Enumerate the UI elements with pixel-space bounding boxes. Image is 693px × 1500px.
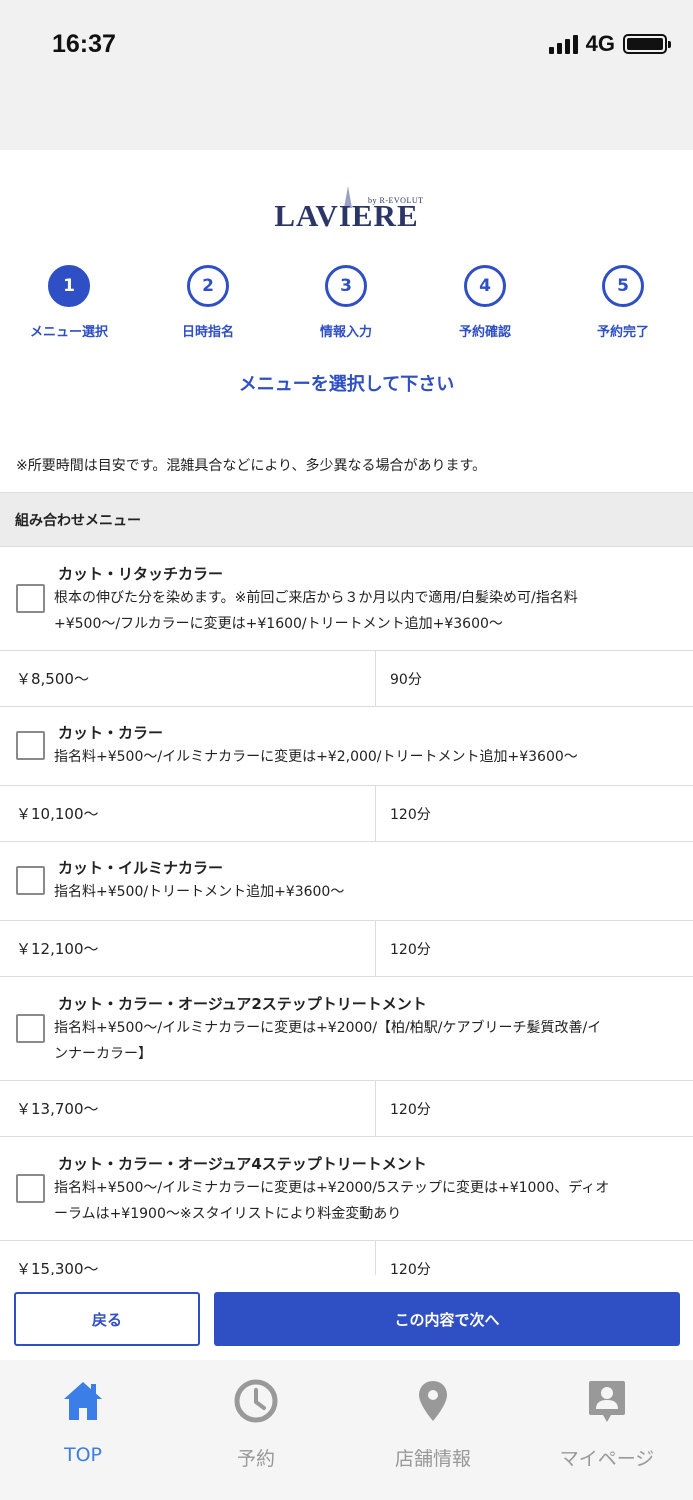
main-content: by R-EVOLUT LAVIERE 1 メニュー選択 2 日時指名 3 情報… — [0, 150, 693, 1275]
status-bar: 16:37 4G — [0, 0, 693, 150]
menu-item[interactable]: カット・カラー 指名料+¥500〜/イルミナカラーに変更は+¥2,000/トリー… — [0, 707, 693, 786]
home-icon — [64, 1382, 102, 1420]
section-header: 組み合わせメニュー — [0, 492, 693, 547]
menu-item-duration: 120分 — [390, 941, 431, 958]
page-heading: メニューを選択して下さい — [238, 374, 455, 395]
menu-item[interactable]: カット・イルミナカラー 指名料+¥500/トリートメント追加+¥3600〜 — [0, 842, 693, 921]
menu-item[interactable]: カット・リタッチカラー 根本の伸びた分を染めます。※前回ご来店から３か月以内で適… — [0, 547, 693, 651]
next-button[interactable]: この内容で次へ — [214, 1292, 680, 1346]
menu-item-name: カット・カラー・オージュア4ステップトリートメント — [58, 1155, 427, 1173]
menu-item-checkbox[interactable] — [16, 1014, 45, 1043]
network-label: 4G — [585, 31, 615, 56]
menu-item-checkbox[interactable] — [16, 584, 45, 613]
menu-item-name: カット・カラー・オージュア2ステップトリートメント — [58, 995, 427, 1013]
description-line: 指名料+¥500〜/イルミナカラーに変更は+¥2000/5ステップに変更は+¥1… — [54, 1180, 610, 1196]
step-label: 情報入力 — [319, 325, 372, 340]
duration-note: ※所要時間は目安です。混雑具合などにより、多少異なる場合があります。 — [16, 458, 487, 474]
menu-item-name: カット・イルミナカラー — [58, 859, 224, 877]
tab-bar: TOP 予約 店舗情報 マイページ — [0, 1360, 693, 1500]
menu-list: 組み合わせメニュー カット・リタッチカラー 根本の伸びた分を染めます。※前回ご来… — [0, 492, 693, 1275]
menu-item-price: ￥12,100〜 — [0, 921, 376, 976]
action-bar: 戻る この内容で次へ — [0, 1275, 693, 1360]
step-number: 3 — [325, 265, 367, 307]
tab-label: マイページ — [559, 1448, 655, 1470]
menu-item-price: ￥10,100〜 — [0, 786, 376, 841]
tab-label: 予約 — [236, 1448, 275, 1470]
logo-name: LAVIERE — [274, 198, 419, 233]
menu-item-checkbox[interactable] — [16, 866, 45, 895]
description-line: +¥500〜/フルカラーに変更は+¥1600/トリートメント追加+¥3600〜 — [54, 616, 503, 632]
step-label: 日時指名 — [181, 325, 234, 340]
menu-item-description: 根本の伸びた分を染めます。※前回ご来店から３か月以内で適用/白髪染め可/指名料 … — [54, 585, 684, 637]
menu-item-description: 指名料+¥500〜/イルミナカラーに変更は+¥2000/5ステップに変更は+¥1… — [54, 1175, 684, 1227]
menu-item-price: ￥13,700〜 — [0, 1081, 376, 1136]
step-confirm: 4 予約確認 — [425, 265, 545, 340]
menu-item-description: 指名料+¥500/トリートメント追加+¥3600〜 — [54, 879, 684, 905]
step-label: 予約完了 — [596, 325, 649, 340]
step-menu-select: 1 メニュー選択 — [9, 265, 129, 340]
step-complete: 5 予約完了 — [563, 265, 683, 340]
menu-item-price-row: ￥10,100〜 120分 — [0, 786, 693, 842]
tab-mypage[interactable]: マイページ — [532, 1378, 682, 1471]
menu-item-price-row: ￥12,100〜 120分 — [0, 921, 693, 977]
tab-label: 店舗情報 — [394, 1448, 471, 1470]
menu-item-checkbox[interactable] — [16, 1174, 45, 1203]
menu-item[interactable]: カット・カラー・オージュア4ステップトリートメント 指名料+¥500〜/イルミナ… — [0, 1137, 693, 1241]
clock-icon — [234, 1379, 278, 1423]
step-label: 予約確認 — [458, 325, 511, 340]
brand-logo: by R-EVOLUT LAVIERE — [0, 168, 693, 233]
menu-item-price-row: ￥8,500〜 90分 — [0, 651, 693, 707]
menu-item-description: 指名料+¥500〜/イルミナカラーに変更は+¥2,000/トリートメント追加+¥… — [54, 744, 684, 770]
menu-item-name: カット・カラー — [58, 724, 164, 742]
menu-item-price-row: ￥15,300〜 120分 — [0, 1241, 693, 1275]
description-line: 指名料+¥500/トリートメント追加+¥3600〜 — [54, 884, 345, 900]
step-label: メニュー選択 — [29, 325, 108, 340]
status-indicators: 4G — [548, 31, 671, 57]
step-number: 4 — [464, 265, 506, 307]
step-datetime: 2 日時指名 — [148, 265, 268, 340]
user-card-icon — [589, 1381, 625, 1422]
status-time: 16:37 — [52, 30, 116, 58]
menu-item-duration: 90分 — [390, 671, 422, 688]
menu-item-price: ￥8,500〜 — [0, 651, 376, 706]
progress-steps: 1 メニュー選択 2 日時指名 3 情報入力 4 予約確認 5 予約完了 — [0, 265, 693, 345]
step-number: 2 — [187, 265, 229, 307]
menu-item-duration: 120分 — [390, 1101, 431, 1118]
step-number: 1 — [48, 265, 90, 307]
menu-item-price-row: ￥13,700〜 120分 — [0, 1081, 693, 1137]
description-line: ンナーカラー】 — [54, 1046, 152, 1062]
map-pin-icon — [419, 1381, 447, 1421]
menu-item[interactable]: カット・カラー・オージュア2ステップトリートメント 指名料+¥500〜/イルミナ… — [0, 977, 693, 1081]
menu-item-duration: 120分 — [390, 806, 431, 823]
description-line: 指名料+¥500〜/イルミナカラーに変更は+¥2,000/トリートメント追加+¥… — [54, 749, 578, 765]
back-button[interactable]: 戻る — [14, 1292, 200, 1346]
menu-item-name: カット・リタッチカラー — [58, 565, 224, 583]
menu-item-checkbox[interactable] — [16, 731, 45, 760]
tab-label: TOP — [63, 1444, 103, 1466]
menu-item-duration: 120分 — [390, 1261, 431, 1276]
step-info-input: 3 情報入力 — [286, 265, 406, 340]
description-line: ーラムは+¥1900〜※スタイリストにより料金変動あり — [54, 1206, 402, 1222]
menu-item-price: ￥15,300〜 — [0, 1241, 376, 1275]
battery-icon — [623, 34, 671, 54]
step-number: 5 — [602, 265, 644, 307]
tab-reservation[interactable]: 予約 — [181, 1378, 331, 1471]
tab-top[interactable]: TOP — [8, 1378, 158, 1466]
tab-store-info[interactable]: 店舗情報 — [358, 1378, 508, 1471]
description-line: 指名料+¥500〜/イルミナカラーに変更は+¥2000/【柏/柏駅/ケアブリーチ… — [54, 1020, 602, 1036]
menu-item-description: 指名料+¥500〜/イルミナカラーに変更は+¥2000/【柏/柏駅/ケアブリーチ… — [54, 1015, 684, 1067]
signal-icon — [548, 34, 578, 54]
description-line: 根本の伸びた分を染めます。※前回ご来店から３か月以内で適用/白髪染め可/指名料 — [54, 590, 578, 606]
